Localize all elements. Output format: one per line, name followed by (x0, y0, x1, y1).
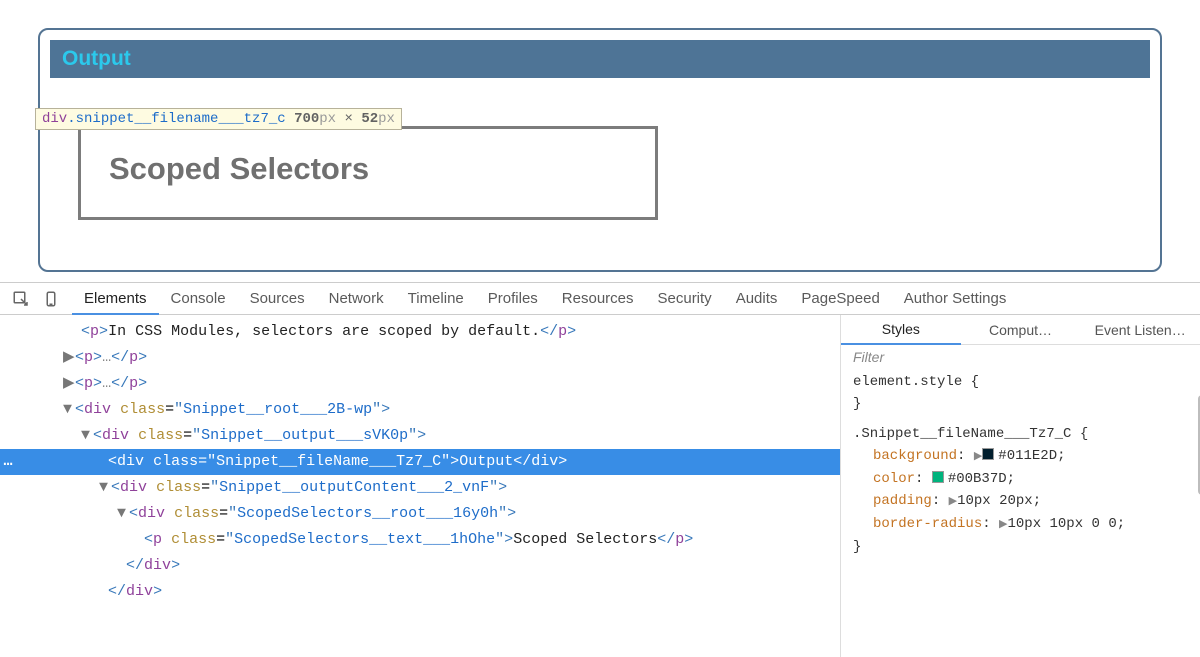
dom-line[interactable]: ▶<p>…</p> (0, 345, 840, 371)
page-preview: Output div.snippet__filename___tz7_c 700… (0, 0, 1200, 282)
tab-author-settings[interactable]: Author Settings (892, 283, 1019, 314)
tab-resources[interactable]: Resources (550, 283, 646, 314)
element-style-rule: element.style { (853, 371, 1188, 393)
styles-filter[interactable]: Filter (841, 345, 1200, 369)
dom-line[interactable]: <p>In CSS Modules, selectors are scoped … (0, 319, 840, 345)
inspect-icon[interactable] (12, 290, 30, 308)
tab-profiles[interactable]: Profiles (476, 283, 550, 314)
css-prop-background[interactable]: background: ▶#011E2D; (853, 445, 1188, 468)
element-tooltip: div.snippet__filename___tz7_c 700px × 52… (35, 108, 402, 130)
css-prop-border-radius[interactable]: border-radius: ▶10px 10px 0 0; (853, 513, 1188, 536)
tooltip-tag: div (42, 111, 67, 127)
dom-line[interactable]: </div> (0, 553, 840, 579)
tab-security[interactable]: Security (646, 283, 724, 314)
tooltip-class: .snippet__filename___tz7_c (67, 111, 285, 127)
dom-line[interactable]: </div> (0, 579, 840, 605)
dom-line[interactable]: ▼<div class="ScopedSelectors__root___16y… (0, 501, 840, 527)
devtools-tabs: Elements Console Sources Network Timelin… (72, 283, 1018, 314)
css-prop-padding[interactable]: padding: ▶10px 20px; (853, 490, 1188, 513)
tab-pagespeed[interactable]: PageSpeed (789, 283, 891, 314)
tab-sources[interactable]: Sources (238, 283, 317, 314)
dom-line[interactable]: ▼<div class="Snippet__output___sVK0p"> (0, 423, 840, 449)
devtools-toolbar: Elements Console Sources Network Timelin… (0, 283, 1200, 315)
style-rules[interactable]: element.style { } .Snippet__fileName___T… (841, 369, 1200, 566)
dom-line-selected[interactable]: … <div class="Snippet__fileName___Tz7_C"… (0, 449, 840, 475)
css-prop-color[interactable]: color: #00B37D; (853, 468, 1188, 490)
rule-close: } (853, 393, 1188, 415)
tab-timeline[interactable]: Timeline (396, 283, 476, 314)
dom-tree[interactable]: <p>In CSS Modules, selectors are scoped … (0, 315, 840, 657)
dom-line[interactable]: ▼<div class="Snippet__root___2B-wp"> (0, 397, 840, 423)
styles-panel: Styles Comput… Event Listen… Filter elem… (840, 315, 1200, 657)
output-box: Output div.snippet__filename___tz7_c 700… (38, 28, 1162, 272)
dom-line[interactable]: ▶<p>…</p> (0, 371, 840, 397)
subtab-computed[interactable]: Comput… (961, 315, 1081, 344)
rule-close: } (853, 536, 1188, 558)
tooltip-height: 52px (361, 111, 395, 127)
tab-elements[interactable]: Elements (72, 284, 159, 315)
output-header: Output (50, 40, 1150, 78)
scoped-selectors-box: Scoped Selectors (78, 126, 658, 220)
devtools-panel: Elements Console Sources Network Timelin… (0, 282, 1200, 657)
subtab-styles[interactable]: Styles (841, 315, 961, 345)
tab-network[interactable]: Network (317, 283, 396, 314)
device-toggle-icon[interactable] (42, 290, 60, 308)
dom-line[interactable]: ▼<div class="Snippet__outputContent___2_… (0, 475, 840, 501)
tab-audits[interactable]: Audits (724, 283, 790, 314)
tab-console[interactable]: Console (159, 283, 238, 314)
css-selector: .Snippet__fileName___Tz7_C { (853, 423, 1188, 445)
dom-line[interactable]: <p class="ScopedSelectors__text___1hOhe"… (0, 527, 840, 553)
styles-subtabs: Styles Comput… Event Listen… (841, 315, 1200, 345)
subtab-eventlisteners[interactable]: Event Listen… (1080, 315, 1200, 344)
tooltip-width: 700px (294, 111, 344, 127)
scoped-selectors-title: Scoped Selectors (109, 151, 627, 187)
